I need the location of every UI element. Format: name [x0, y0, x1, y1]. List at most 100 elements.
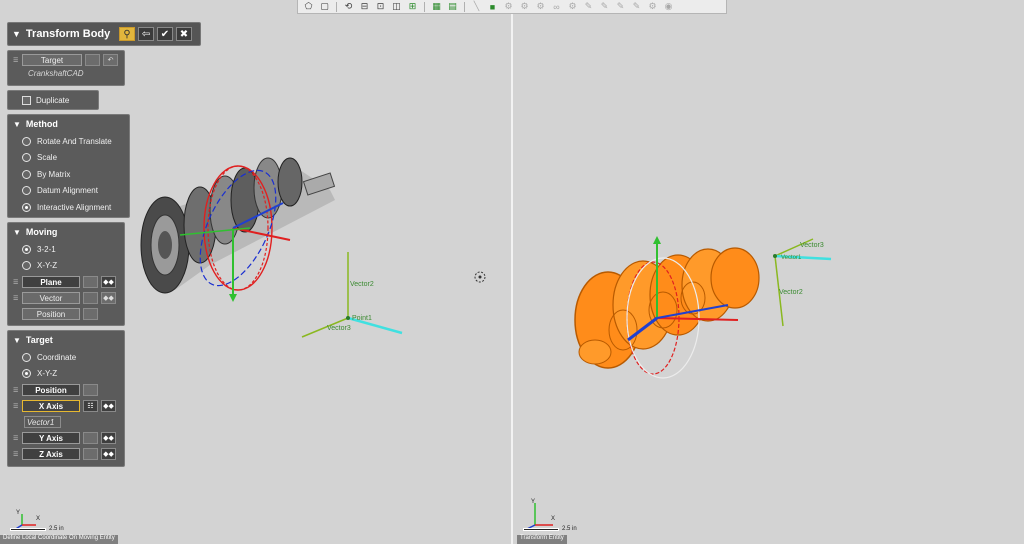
- radio-button-selected[interactable]: [22, 244, 31, 254]
- duplicate-checkbox-row[interactable]: Duplicate: [8, 91, 98, 109]
- drag-handle-icon[interactable]: ☰: [13, 387, 19, 394]
- y-axis-button[interactable]: Y Axis: [22, 432, 80, 444]
- view-side-icon[interactable]: ◫: [390, 1, 403, 12]
- table-icon[interactable]: ▤: [446, 1, 459, 12]
- svg-text:X: X: [551, 516, 555, 522]
- target-option-xyz[interactable]: X-Y-Z: [8, 366, 124, 383]
- moving-option-xyz[interactable]: X-Y-Z: [8, 258, 124, 275]
- method-option-datum-alignment[interactable]: Datum Alignment: [8, 183, 129, 200]
- radio-button[interactable]: [22, 261, 31, 271]
- active-green-icon[interactable]: ■: [486, 1, 499, 12]
- line-tool-icon[interactable]: ╲: [470, 1, 483, 12]
- list-icon[interactable]: [83, 432, 98, 444]
- collapse-caret-icon[interactable]: ▼: [12, 29, 21, 39]
- position-button[interactable]: Position: [22, 308, 80, 320]
- z-axis-button[interactable]: Z Axis: [22, 448, 80, 460]
- moving-option-321[interactable]: 3-2-1: [8, 241, 124, 258]
- x-axis-value[interactable]: Vector1: [24, 416, 61, 428]
- collapse-caret-icon[interactable]: ▼: [13, 336, 21, 345]
- grid-icon[interactable]: ▦: [430, 1, 443, 12]
- list-icon[interactable]: [83, 308, 98, 320]
- swap-icon[interactable]: ◆◆: [101, 292, 116, 304]
- swap-icon[interactable]: ◆◆: [101, 400, 116, 412]
- edit-icon[interactable]: ✎: [582, 1, 595, 12]
- position-button[interactable]: Position: [22, 384, 80, 396]
- target-section: ▼ Target Coordinate X-Y-Z ☰ Position ☰ X …: [7, 330, 125, 467]
- radio-button[interactable]: [22, 186, 31, 196]
- method-option-scale[interactable]: Scale: [8, 150, 129, 167]
- list-icon[interactable]: [83, 448, 98, 460]
- transformed-body[interactable]: [574, 236, 760, 379]
- search-button[interactable]: ⚲: [119, 27, 135, 41]
- list-icon[interactable]: [85, 54, 100, 66]
- radio-button[interactable]: [22, 136, 31, 146]
- crankshaft-model[interactable]: [140, 157, 336, 302]
- duplicate-section: Duplicate: [7, 90, 99, 110]
- swap-icon[interactable]: ◆◆: [101, 432, 116, 444]
- panel-title: Transform Body: [25, 28, 111, 40]
- back-icon: ⇦: [141, 28, 151, 40]
- duplicate-checkbox[interactable]: [22, 95, 31, 105]
- scale-indicator: 2.5 in: [523, 526, 577, 532]
- list-icon[interactable]: [83, 276, 98, 288]
- gear-icon[interactable]: ⚙: [566, 1, 579, 12]
- gear-icon[interactable]: ⚙: [534, 1, 547, 12]
- ok-button[interactable]: ✔: [157, 27, 173, 41]
- top-toolbar: ⬠ ▢ ⟲ ⊟ ⊡ ◫ ⊞ ▦ ▤ ╲ ■ ⚙ ⚙ ⚙ ∞ ⚙ ✎ ✎ ✎ ✎ …: [297, 0, 727, 14]
- eye-icon[interactable]: ◉: [662, 1, 675, 12]
- x-axis-button[interactable]: X Axis: [22, 400, 80, 412]
- radio-button[interactable]: [22, 169, 31, 179]
- align-icon[interactable]: ⊞: [406, 1, 419, 12]
- back-button[interactable]: ⇦: [138, 27, 154, 41]
- gear-icon[interactable]: ⚙: [518, 1, 531, 12]
- select-shape-icon[interactable]: ⬠: [302, 1, 315, 12]
- radio-button[interactable]: [22, 352, 31, 362]
- view-front-icon[interactable]: ⊡: [374, 1, 387, 12]
- drag-handle-icon[interactable]: ☰: [13, 451, 19, 458]
- radio-button-selected[interactable]: [22, 369, 31, 379]
- right-scene[interactable]: Vector3 Vector2 Vector1 X Y: [513, 0, 1024, 544]
- right-viewport[interactable]: Vector3 Vector2 Vector1 X Y 2.5 in Trans…: [513, 0, 1024, 544]
- gear-icon[interactable]: ⚙: [646, 1, 659, 12]
- method-title: Method: [25, 119, 58, 129]
- drag-handle-icon[interactable]: ☰: [13, 279, 19, 286]
- edit-icon[interactable]: ✎: [614, 1, 627, 12]
- edit-icon[interactable]: ✎: [630, 1, 643, 12]
- list-icon[interactable]: [83, 384, 98, 396]
- box-icon[interactable]: ▢: [318, 1, 331, 12]
- method-option-rotate-translate[interactable]: Rotate And Translate: [8, 133, 129, 150]
- scale-indicator: 2.5 in: [10, 526, 64, 532]
- drag-handle-icon[interactable]: ☰: [13, 57, 19, 64]
- radio-button[interactable]: [22, 153, 31, 163]
- rotate-cursor-icon: [474, 271, 486, 283]
- collapse-caret-icon[interactable]: ▼: [13, 228, 21, 237]
- svg-text:Y: Y: [531, 499, 535, 505]
- method-option-interactive-alignment[interactable]: Interactive Alignment: [8, 199, 129, 216]
- method-option-by-matrix[interactable]: By Matrix: [8, 166, 129, 183]
- duplicate-label: Duplicate: [36, 95, 70, 105]
- point-label: Point1: [352, 315, 372, 322]
- close-icon: ✖: [179, 28, 189, 40]
- close-button[interactable]: ✖: [176, 27, 192, 41]
- edit-icon[interactable]: ✎: [598, 1, 611, 12]
- plane-button[interactable]: Plane: [22, 276, 80, 288]
- target-button[interactable]: Target: [22, 54, 82, 66]
- gear-icon[interactable]: ⚙: [502, 1, 515, 12]
- rotate-view-icon[interactable]: ⟲: [342, 1, 355, 12]
- pick-icon[interactable]: ↶: [103, 54, 118, 66]
- swap-icon[interactable]: ◆◆: [101, 276, 116, 288]
- drag-handle-icon[interactable]: ☰: [13, 435, 19, 442]
- collapse-caret-icon[interactable]: ▼: [13, 120, 21, 129]
- target-option-coordinate[interactable]: Coordinate: [8, 349, 124, 366]
- link-icon[interactable]: ∞: [550, 1, 563, 12]
- drag-handle-icon[interactable]: ☰: [13, 403, 19, 410]
- vector-button[interactable]: Vector: [22, 292, 80, 304]
- options-icon[interactable]: ☷: [83, 400, 98, 412]
- drag-handle-icon[interactable]: ☰: [13, 295, 19, 302]
- target-body-section: ☰ Target ↶ CrankshaftCAD: [7, 50, 125, 86]
- list-icon[interactable]: [83, 292, 98, 304]
- radio-button-selected[interactable]: [22, 202, 31, 212]
- svg-text:Y: Y: [16, 510, 20, 516]
- view-top-icon[interactable]: ⊟: [358, 1, 371, 12]
- swap-icon[interactable]: ◆◆: [101, 448, 116, 460]
